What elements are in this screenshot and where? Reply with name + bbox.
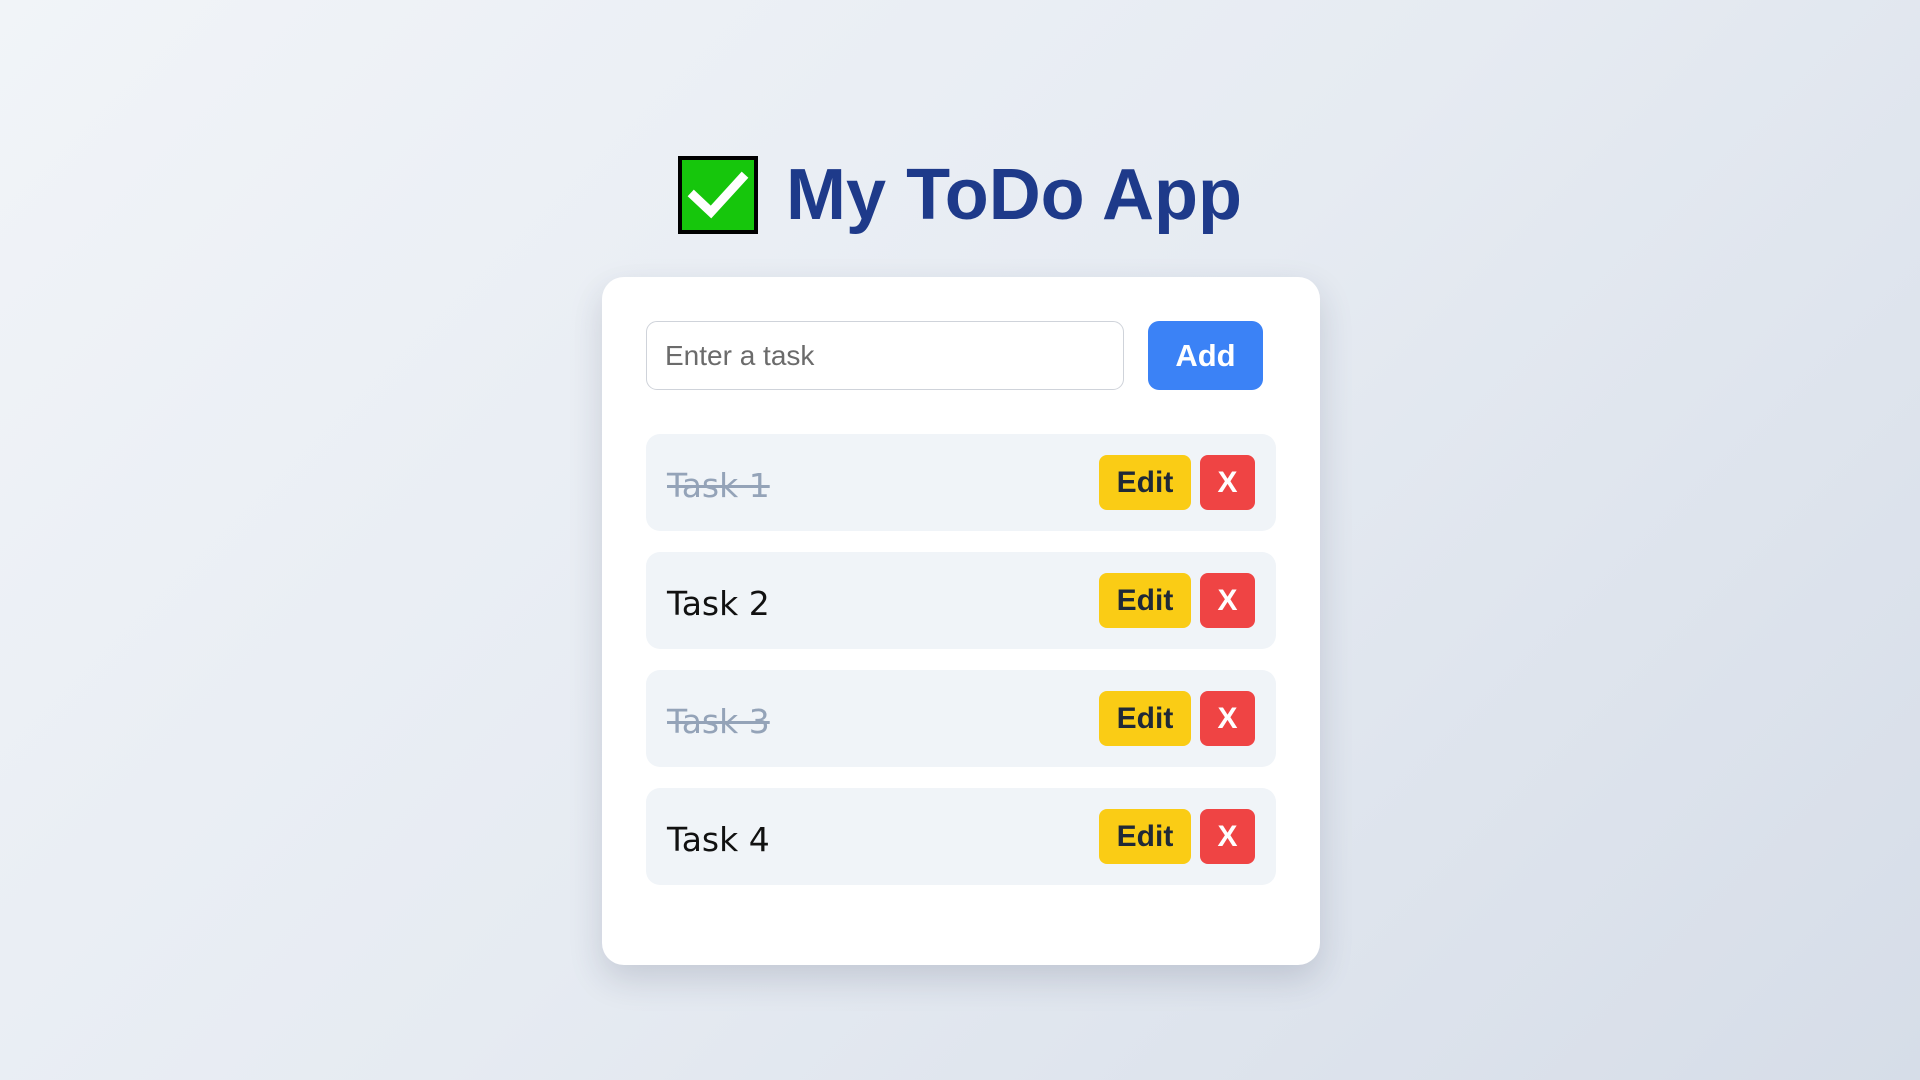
task-item: Task 2 Edit X xyxy=(646,552,1276,649)
task-text[interactable]: Task 4 xyxy=(667,814,770,859)
page-title: My ToDo App xyxy=(786,155,1242,235)
check-mark-button-icon xyxy=(678,156,759,234)
task-text[interactable]: Task 2 xyxy=(667,578,770,623)
delete-task-button[interactable]: X xyxy=(1200,809,1255,864)
app-header: My ToDo App xyxy=(0,156,1920,234)
edit-task-button[interactable]: Edit xyxy=(1099,691,1191,746)
todo-card: Add Task 1 Edit X Task 2 Edit X Task 3 E… xyxy=(602,277,1320,965)
edit-task-button[interactable]: Edit xyxy=(1099,455,1191,510)
task-input-row: Add xyxy=(646,321,1263,390)
task-input[interactable] xyxy=(646,321,1124,390)
edit-task-button[interactable]: Edit xyxy=(1099,809,1191,864)
edit-task-button[interactable]: Edit xyxy=(1099,573,1191,628)
task-actions: Edit X xyxy=(1099,573,1255,628)
task-item: Task 3 Edit X xyxy=(646,670,1276,767)
task-item: Task 4 Edit X xyxy=(646,788,1276,885)
task-item: Task 1 Edit X xyxy=(646,434,1276,531)
task-text[interactable]: Task 1 xyxy=(667,460,770,505)
delete-task-button[interactable]: X xyxy=(1200,691,1255,746)
task-actions: Edit X xyxy=(1099,455,1255,510)
add-task-button[interactable]: Add xyxy=(1148,321,1263,390)
task-actions: Edit X xyxy=(1099,691,1255,746)
task-list: Task 1 Edit X Task 2 Edit X Task 3 Edit … xyxy=(646,434,1276,885)
delete-task-button[interactable]: X xyxy=(1200,573,1255,628)
delete-task-button[interactable]: X xyxy=(1200,455,1255,510)
task-actions: Edit X xyxy=(1099,809,1255,864)
task-text[interactable]: Task 3 xyxy=(667,696,770,741)
